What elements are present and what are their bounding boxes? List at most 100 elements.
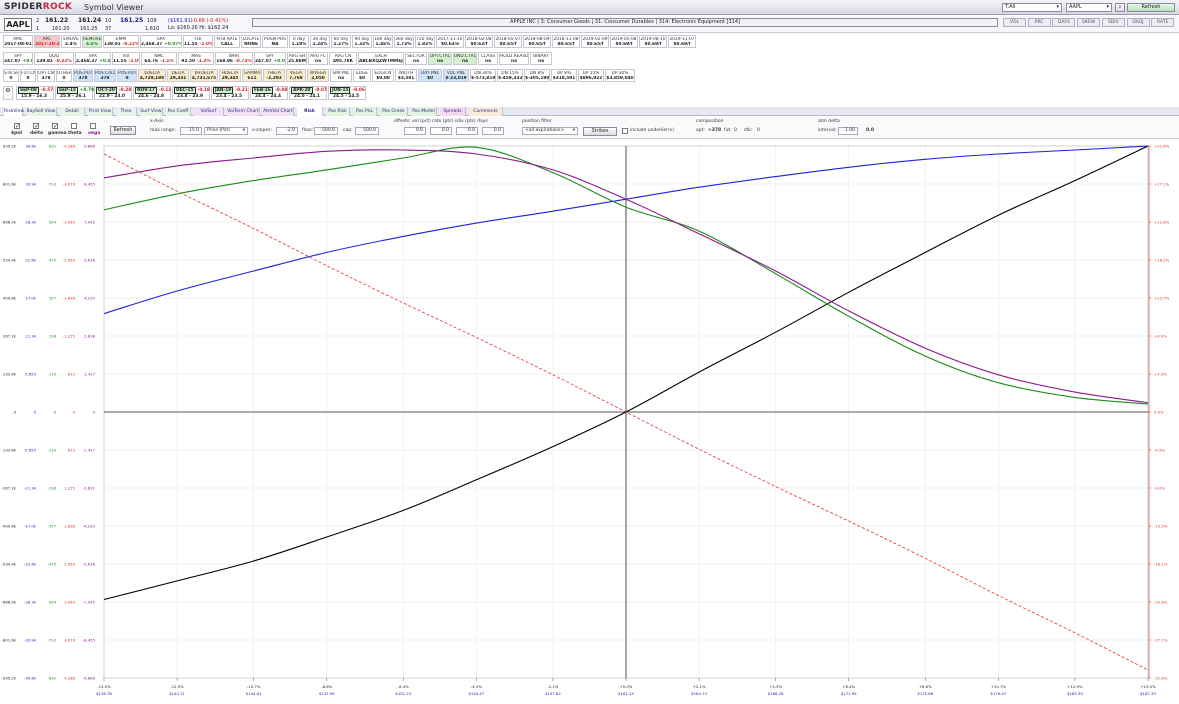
- expiration-cell[interactable]: JAN-19 -0.21 23.4 - 23.5: [211, 86, 249, 100]
- tab-riskview[interactable]: RiskView: [4, 107, 24, 116]
- cell-value: 0: [118, 76, 136, 81]
- right-axis-label: -13.5%: [1154, 524, 1168, 529]
- vega-checkbox[interactable]: [90, 123, 96, 129]
- row3-cell: AVG CN 495.78K: [329, 52, 357, 65]
- expiration-cell[interactable]: SEP-08 -0.57 15.9 - 16.3: [16, 86, 54, 100]
- theta-axis-label: -3,676: [63, 182, 76, 187]
- cell-value-text: 4.6%: [86, 42, 98, 47]
- cell-value-text: 2,468.37: [141, 42, 163, 47]
- row2-cell: 2019-05-08 $0.69/f: [610, 35, 638, 48]
- gamma-axis-label: 119: [49, 372, 57, 377]
- tab-volterm-chart[interactable]: VolTerm Chart: [227, 107, 260, 116]
- tab-baysell-view[interactable]: BaySell View: [26, 107, 57, 116]
- row4-cell: DN 30% $-573,819: [470, 69, 496, 82]
- expiration-cell[interactable]: SEP-15 +0.78 25.9 - 26.1: [55, 86, 95, 100]
- view-button-prc[interactable]: PRC: [1027, 18, 1051, 27]
- v-slopes-input[interactable]: -2.0: [276, 127, 298, 135]
- pnl-checkbox[interactable]: ✓: [14, 123, 20, 130]
- theta-series-label: theta: [68, 131, 82, 136]
- tab-pos-coeff[interactable]: Pos Coeff: [166, 107, 191, 116]
- cell-value-text: 139.81: [36, 59, 53, 64]
- expiration-cell[interactable]: JUN-15 -0.06 24.5 - 24.5: [328, 86, 366, 100]
- cell-value-text: $0: [359, 76, 365, 81]
- delta-checkbox[interactable]: ✓: [33, 123, 39, 130]
- expiration-change: +0.78: [79, 88, 95, 93]
- cell-value-text: 25.88M: [288, 59, 306, 64]
- view-button-days[interactable]: DAYS: [1052, 18, 1076, 27]
- view-button-sdiv[interactable]: SDIV: [1101, 18, 1125, 27]
- x-pct-label: +8.6%: [919, 684, 932, 689]
- cap-input[interactable]: 500.0: [355, 127, 379, 135]
- x-price-label: $151.23: [395, 691, 411, 696]
- rate-offset-input[interactable]: 0.0: [430, 127, 452, 135]
- vol-offset-input[interactable]: 0.0: [404, 127, 426, 135]
- expiration-cell[interactable]: APR-20 -0.07 24.0 - 24.1: [289, 86, 327, 100]
- days-offset-input[interactable]: 0.0: [482, 127, 504, 135]
- refresh-chart-button[interactable]: Refresh: [110, 126, 136, 135]
- expiration-cell[interactable]: DEC-15 -0.18 23.8 - 23.9: [172, 86, 210, 100]
- cell-value: 378: [74, 76, 92, 81]
- cell-value: $0.69/f: [640, 42, 666, 47]
- bid-price: 161.22: [45, 17, 69, 24]
- tab-theo-view[interactable]: Theo View: [116, 107, 137, 123]
- cell-value-text: 29,331: [169, 76, 187, 81]
- row3-cell: EXCH ABCBXQZWTMMEJP: [358, 52, 404, 65]
- gamma-axis-label: -475: [47, 562, 56, 567]
- cell-value: 139.01 -0.22%: [104, 42, 138, 47]
- tab-print-view[interactable]: Print View: [88, 107, 113, 116]
- tab-pos-model[interactable]: Pos Model: [411, 107, 437, 116]
- view-button-vol[interactable]: VOL: [1003, 18, 1026, 27]
- tab-pos-risk[interactable]: Pos Risk: [326, 107, 350, 116]
- strikes-button[interactable]: Strikes: [583, 127, 617, 136]
- expiration-cell[interactable]: OCT-20 -0.28 22.9 - 23.0: [94, 86, 132, 100]
- x-pct-label: +6.4%: [842, 684, 855, 689]
- vega-axis-label: 0: [93, 410, 96, 415]
- tab-pos-greek[interactable]: Pos Greek: [380, 107, 408, 116]
- price-pct-select[interactable]: Price (Pct) ▾: [204, 127, 248, 135]
- cell-value-text: 2,050: [311, 76, 325, 81]
- exp-menu[interactable]: ⚙: [3, 86, 13, 100]
- cell-value-text: 0: [62, 76, 66, 81]
- tab-volsurf-chart[interactable]: VolSurf Chart: [194, 107, 224, 123]
- expiration-date: SEP-15: [57, 87, 78, 94]
- expiration-cell[interactable]: NOV-17 -0.11 24.6 - 24.8: [133, 86, 171, 100]
- refresh-button[interactable]: Refresh: [1127, 3, 1175, 12]
- tab-atmvol-chart[interactable]: AtmVol Chart: [263, 107, 294, 116]
- theta-checkbox[interactable]: [71, 123, 77, 129]
- risk-chart[interactable]: 935.2k 39.6k 832 -4,288 9,866 +31.6% 801.6k 33.…: [0, 140, 1179, 704]
- mode-select[interactable]: T:All ▾: [1002, 3, 1062, 12]
- cell-value-text: 1.27%: [333, 42, 349, 47]
- tab-detail-view[interactable]: Detail View: [60, 107, 85, 123]
- cell-value-text: -2,293: [266, 76, 282, 81]
- position-filter-select[interactable]: <all expirations> ▾: [522, 127, 578, 135]
- view-button-dadj[interactable]: DADJ: [1126, 18, 1150, 27]
- cell-value-text: $0.63/f: [470, 42, 488, 47]
- sdiv-offset-input[interactable]: 0.0: [456, 127, 478, 135]
- tab-spreads[interactable]: Spreads: [440, 107, 466, 116]
- row4-cell: POS.CALL 378: [94, 69, 116, 82]
- tab-pos-pnl[interactable]: Pos PnL: [353, 107, 377, 116]
- row2-cell: 720 day 1.82%: [415, 35, 435, 48]
- view-button-skew[interactable]: SKEW: [1077, 18, 1101, 27]
- symbol-select[interactable]: AAPL ▾: [1066, 3, 1112, 12]
- row3-cell: SPY247.07+0.09%: [254, 52, 286, 65]
- cell-value: NONE: [242, 42, 260, 47]
- view-button-rate[interactable]: RATE: [1151, 18, 1175, 27]
- comp-fut-label: fut:: [724, 128, 732, 133]
- symbol-box[interactable]: AAPL: [4, 18, 32, 31]
- row4-cell: FUT.CN 0: [20, 69, 36, 82]
- floor-input[interactable]: -500.0: [314, 127, 338, 135]
- interval-input[interactable]: 1.00: [838, 127, 858, 135]
- tab-surf-view[interactable]: Surf View: [140, 107, 163, 116]
- expiration-cell[interactable]: FEB-16 -0.08 24.4 - 24.4: [250, 86, 288, 100]
- search-icon[interactable]: ⌕: [1115, 3, 1125, 12]
- cell-value: 0: [57, 76, 71, 81]
- row4-cell: UP 30% $3,859,040: [605, 69, 635, 82]
- tab-risk-chart[interactable]: Risk Chart: [297, 107, 323, 123]
- include-underliers-checkbox[interactable]: [622, 128, 628, 134]
- expiration-date: APR-20: [291, 87, 313, 94]
- max-range-input[interactable]: 15.0: [180, 127, 202, 135]
- gamma-checkbox[interactable]: ✓: [52, 123, 58, 130]
- tab-comments[interactable]: Comments: [469, 107, 503, 116]
- row2-cell: REMOVE 4.6%: [82, 35, 102, 48]
